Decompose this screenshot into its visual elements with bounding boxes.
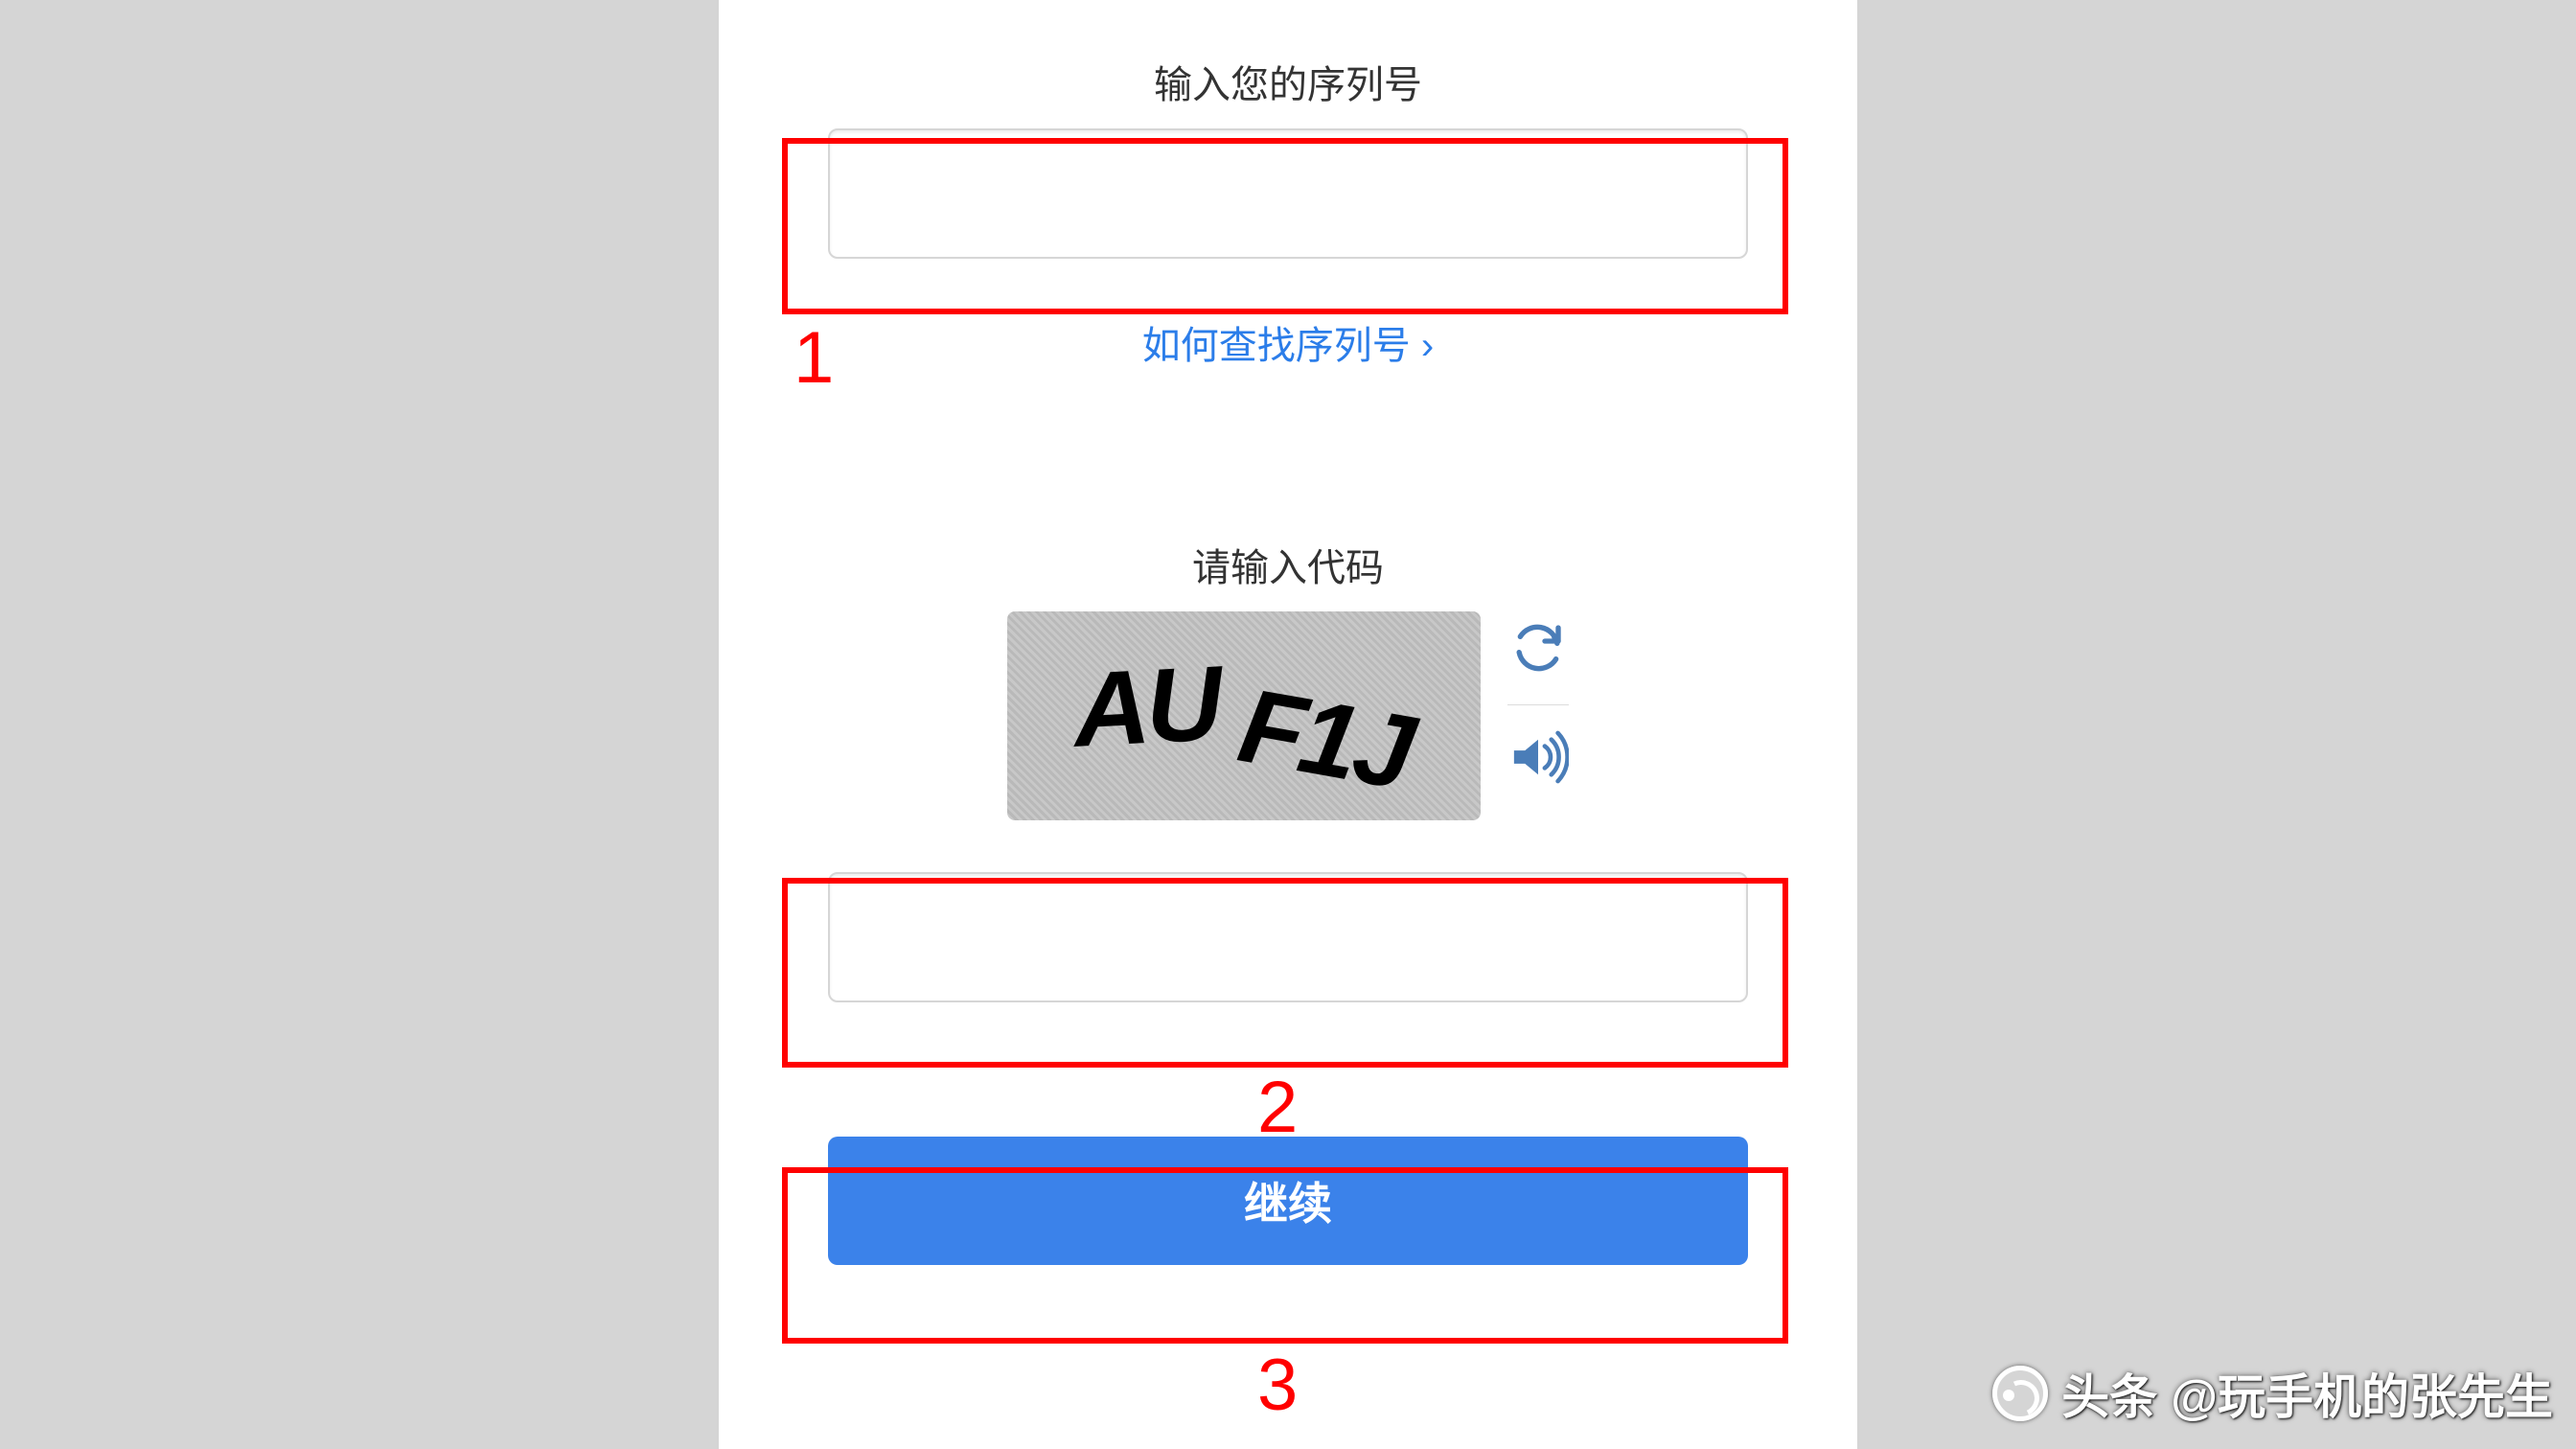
watermark-handle: @玩手机的张先生 bbox=[2171, 1359, 2553, 1428]
watermark-logo-icon bbox=[1992, 1366, 2048, 1421]
continue-button[interactable]: 继续 bbox=[828, 1137, 1748, 1265]
main-panel: 输入您的序列号 如何查找序列号 › 请输入代码 AU F1J bbox=[719, 0, 1857, 1449]
captcha-controls bbox=[1507, 611, 1569, 789]
captcha-label: 请输入代码 bbox=[719, 537, 1857, 592]
how-to-find-serial-link[interactable]: 如何查找序列号 › bbox=[719, 314, 1857, 370]
audio-icon[interactable] bbox=[1507, 730, 1569, 789]
watermark: 头条 @玩手机的张先生 bbox=[1992, 1359, 2553, 1428]
watermark-prefix: 头条 bbox=[2061, 1359, 2157, 1428]
captcha-text: AU F1J bbox=[1074, 656, 1414, 777]
annotation-number-3: 3 bbox=[1257, 1344, 1298, 1427]
captcha-row: AU F1J bbox=[719, 611, 1857, 820]
captcha-controls-divider bbox=[1507, 704, 1569, 705]
captcha-input[interactable] bbox=[828, 872, 1748, 1002]
serial-input[interactable] bbox=[828, 128, 1748, 259]
serial-label: 输入您的序列号 bbox=[719, 54, 1857, 109]
refresh-icon[interactable] bbox=[1511, 621, 1565, 679]
captcha-image: AU F1J bbox=[1007, 611, 1481, 820]
captcha-section: 请输入代码 AU F1J bbox=[719, 537, 1857, 1002]
